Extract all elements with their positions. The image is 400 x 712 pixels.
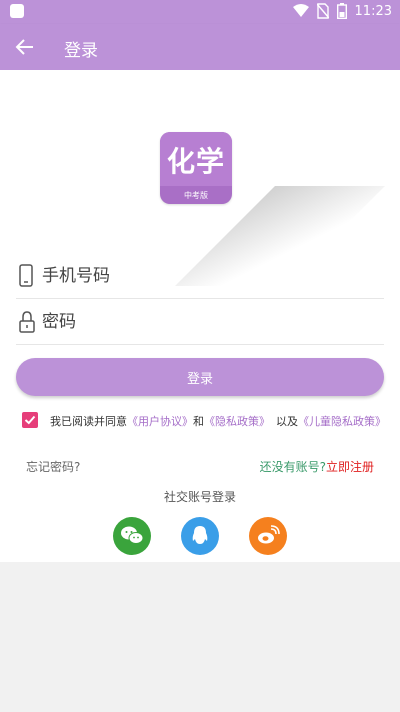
phone-field[interactable] <box>16 254 384 299</box>
lock-icon <box>19 311 35 333</box>
qq-icon <box>192 526 208 544</box>
app-icon <box>10 4 24 18</box>
weibo-icon <box>258 525 280 544</box>
register-link[interactable]: 立即注册 <box>326 460 374 474</box>
wechat-icon <box>121 526 144 544</box>
app-logo: 化学 中考版 <box>160 132 232 204</box>
password-field[interactable] <box>16 300 384 345</box>
children-policy-link[interactable]: 《儿童隐私政策》 <box>298 415 386 428</box>
wifi-icon <box>292 4 309 17</box>
battery-icon <box>336 3 347 19</box>
privacy-policy-link[interactable]: 《隐私政策》 <box>204 415 270 428</box>
agreement-checkbox[interactable] <box>22 412 38 428</box>
checkmark-icon <box>24 415 36 425</box>
forgot-password-link[interactable]: 忘记密码? <box>26 458 80 475</box>
status-bar: 11:23 <box>0 0 400 24</box>
weibo-login-button[interactable] <box>249 517 287 555</box>
logo-subtitle: 中考版 <box>184 191 208 200</box>
agreement-and: 和 <box>193 415 204 428</box>
register-prompt: 还没有账号?立即注册 <box>260 458 374 475</box>
page-title: 登录 <box>64 41 98 61</box>
login-form-panel: 化学 中考版 登录 我已阅读并同意《用户协议》和《隐私政策》以及《儿童隐私政策》… <box>0 70 400 562</box>
social-login-title: 社交账号登录 <box>163 490 236 504</box>
phone-input[interactable] <box>42 254 372 298</box>
user-agreement-link[interactable]: 《用户协议》 <box>127 415 193 428</box>
app-bar: 登录 <box>0 24 400 70</box>
qq-login-button[interactable] <box>181 517 219 555</box>
agreement-prefix: 我已阅读并同意 <box>50 415 127 428</box>
agreement-and2: 以及 <box>276 415 298 428</box>
logo-text: 化学 <box>166 145 225 178</box>
login-button[interactable]: 登录 <box>16 358 384 396</box>
phone-icon <box>19 264 33 287</box>
no-account-text: 还没有账号? <box>259 460 326 474</box>
agreement-row: 我已阅读并同意《用户协议》和《隐私政策》 以及《儿童隐私政策》 <box>22 410 392 430</box>
status-time: 11:23 <box>354 3 392 19</box>
no-sim-icon <box>316 3 329 19</box>
wechat-login-button[interactable] <box>113 517 151 555</box>
password-input[interactable] <box>42 300 372 344</box>
arrow-left-icon[interactable] <box>14 36 36 58</box>
